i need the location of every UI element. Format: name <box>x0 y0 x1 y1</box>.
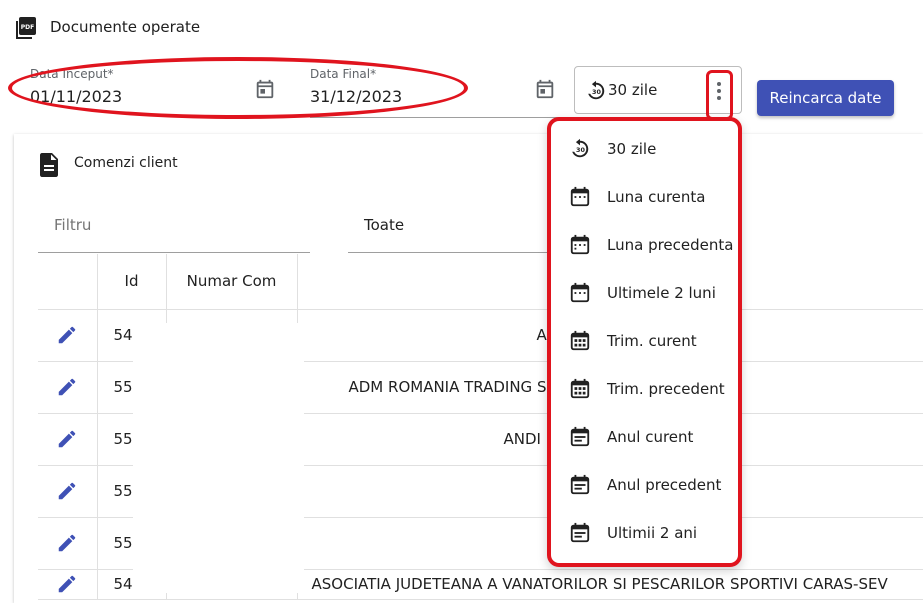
menu-item-label: Luna curenta <box>607 188 706 206</box>
table-header-row: Id Numar Com <box>38 254 923 310</box>
calendar-month-icon <box>570 186 590 207</box>
menu-item-label: Trim. curent <box>607 332 697 350</box>
calendar-grid-icon <box>570 330 590 351</box>
edit-icon[interactable] <box>56 324 78 346</box>
edit-icon[interactable] <box>56 376 78 398</box>
date-range-highlight <box>8 57 468 119</box>
menu-item-anul-precedent[interactable]: Anul precedent <box>551 461 738 509</box>
period-menu: 30 30 zile Luna curenta Luna precedenta … <box>547 117 742 567</box>
menu-item-label: Ultimele 2 luni <box>607 284 716 302</box>
menu-item-label: Anul precedent <box>607 476 722 494</box>
filter-input[interactable]: Filtru <box>38 200 310 253</box>
card-title: Comenzi client <box>74 155 178 171</box>
menu-item-label: Luna precedenta <box>607 236 734 254</box>
period-value: 30 zile <box>608 81 658 99</box>
edit-icon[interactable] <box>56 428 78 450</box>
column-header-numar[interactable]: Numar Com <box>166 254 298 310</box>
svg-text:PDF: PDF <box>21 24 34 31</box>
document-icon <box>40 153 58 177</box>
pdf-icon: PDF <box>16 17 36 39</box>
column-header-edit <box>38 254 98 310</box>
end-date-underline <box>310 117 560 118</box>
redacted-area <box>133 323 304 593</box>
restore-30-icon: 30 <box>572 138 589 158</box>
calendar-month-icon <box>570 282 590 303</box>
menu-item-anul-curent[interactable]: Anul curent <box>551 413 738 461</box>
menu-item-label: 30 zile <box>607 140 657 158</box>
calendar-lines-icon <box>570 474 590 495</box>
menu-button-highlight <box>706 70 733 120</box>
cell-client: ASOCIATIA JUDETEANA A VANATORILOR SI PES… <box>297 569 923 600</box>
page-title: Documente operate <box>50 18 201 36</box>
column-header-id[interactable]: Id <box>97 254 167 310</box>
restore-30-icon: 30 <box>588 80 605 100</box>
calendar-lines-icon <box>570 522 590 543</box>
svg-text:30: 30 <box>576 146 585 154</box>
menu-item-trim-precedent[interactable]: Trim. precedent <box>551 365 738 413</box>
menu-item-luna-curenta[interactable]: Luna curenta <box>551 173 738 221</box>
menu-item-luna-precedenta[interactable]: Luna precedenta <box>551 221 738 269</box>
edit-icon[interactable] <box>56 532 78 554</box>
edit-icon[interactable] <box>56 480 78 502</box>
menu-item-label: Anul curent <box>607 428 694 446</box>
calendar-lines-icon <box>570 426 590 447</box>
menu-item-ultimele-2-luni[interactable]: Ultimele 2 luni <box>551 269 738 317</box>
reload-button[interactable]: Reincarca date <box>757 80 894 116</box>
calendar-icon[interactable] <box>534 78 556 100</box>
calendar-month-icon <box>570 234 590 255</box>
status-select[interactable]: Toate <box>348 200 548 253</box>
menu-item-30-zile[interactable]: 30 30 zile <box>551 125 738 173</box>
menu-item-trim-curent[interactable]: Trim. curent <box>551 317 738 365</box>
status-value: Toate <box>364 216 405 234</box>
menu-item-label: Ultimii 2 ani <box>607 524 698 542</box>
svg-text:30: 30 <box>592 88 601 96</box>
edit-icon[interactable] <box>56 573 78 595</box>
menu-item-label: Trim. precedent <box>607 380 725 398</box>
calendar-grid-icon <box>570 378 590 399</box>
filter-placeholder: Filtru <box>54 216 92 234</box>
menu-item-ultimii-2-ani[interactable]: Ultimii 2 ani <box>551 509 738 557</box>
